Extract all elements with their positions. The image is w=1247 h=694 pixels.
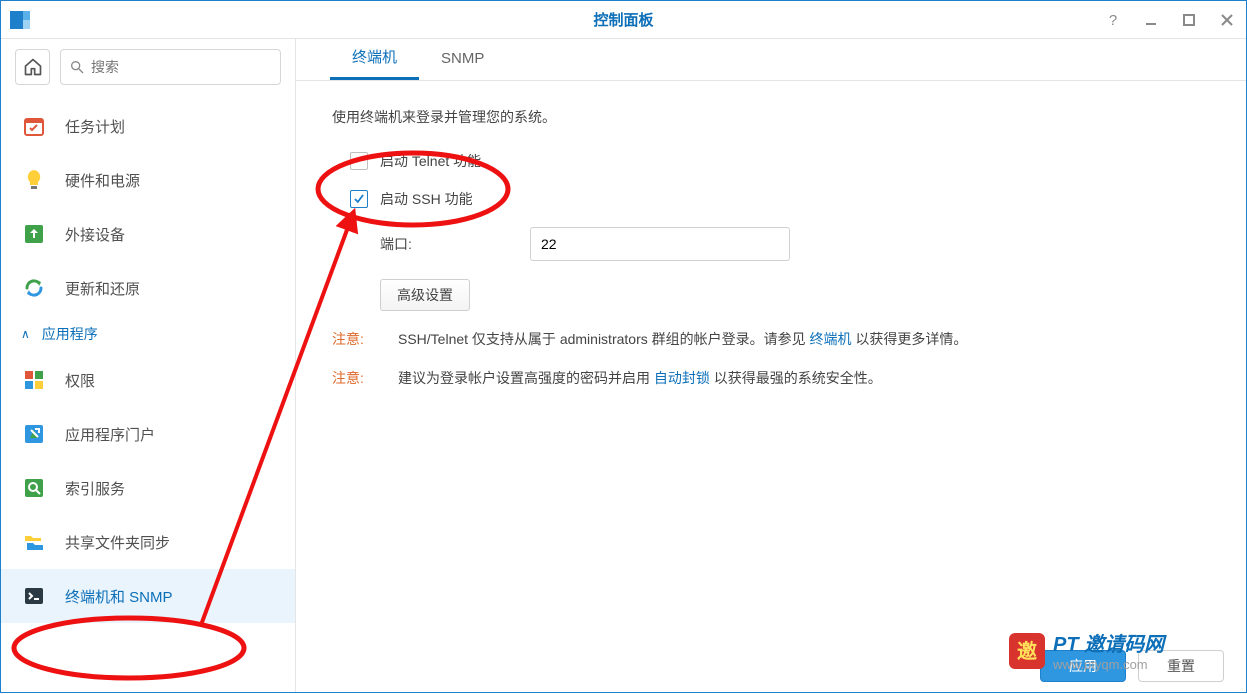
search-green-icon [21,475,47,501]
search-input[interactable] [91,59,272,75]
apply-button[interactable]: 应用 [1040,650,1126,682]
folder-sync-icon [21,529,47,555]
sidebar-item-label: 更新和还原 [65,278,140,299]
note-label-2: 注意: [332,368,378,389]
sidebar-item-task-scheduler[interactable]: 任务计划 [1,99,295,153]
search-icon [69,59,85,75]
calendar-icon [21,113,47,139]
window-title: 控制面板 [1,9,1246,30]
grid-icon [21,367,47,393]
bulb-icon [21,167,47,193]
intro-text: 使用终端机来登录并管理您的系统。 [332,107,1210,127]
tabs: 终端机 SNMP [296,39,1246,81]
port-input[interactable] [530,227,790,261]
sidebar-item-label: 外接设备 [65,224,125,245]
chevron-up-icon: ∧ [21,327,30,341]
sidebar-item-update-restore[interactable]: 更新和还原 [1,261,295,315]
note-text-1: SSH/Telnet 仅支持从属于 administrators 群组的帐户登录… [398,329,967,350]
sidebar-item-external-devices[interactable]: 外接设备 [1,207,295,261]
help-button[interactable]: ? [1094,1,1132,39]
telnet-checkbox[interactable] [350,152,368,170]
sidebar-item-label: 权限 [65,370,95,391]
telnet-label: 启动 Telnet 功能 [380,151,481,171]
portal-icon [21,421,47,447]
sidebar-item-terminal-snmp[interactable]: 终端机和 SNMP [1,569,295,623]
titlebar: 控制面板 ? [1,1,1246,39]
close-button[interactable] [1208,1,1246,39]
terminal-icon [21,583,47,609]
sidebar-item-label: 硬件和电源 [65,170,140,191]
note-label-1: 注意: [332,329,378,350]
sidebar-item-label: 任务计划 [65,116,125,137]
home-button[interactable] [15,49,50,85]
upload-icon [21,221,47,247]
ssh-label: 启动 SSH 功能 [380,189,473,209]
port-label: 端口: [380,234,490,254]
search-box[interactable] [60,49,281,85]
ssh-checkbox[interactable] [350,190,368,208]
maximize-button[interactable] [1170,1,1208,39]
tab-terminal[interactable]: 终端机 [330,39,419,80]
section-header-label: 应用程序 [42,324,98,344]
sidebar-item-label: 终端机和 SNMP [65,586,173,607]
note-text-2: 建议为登录帐户设置高强度的密码并启用 自动封锁 以获得最强的系统安全性。 [398,368,882,389]
main-content: 终端机 SNMP 使用终端机来登录并管理您的系统。 启动 Telnet 功能 启… [296,39,1246,692]
terminal-link[interactable]: 终端机 [810,331,852,347]
refresh-icon [21,275,47,301]
sidebar-item-folder-sync[interactable]: 共享文件夹同步 [1,515,295,569]
sidebar-item-indexing[interactable]: 索引服务 [1,461,295,515]
sidebar-item-privileges[interactable]: 权限 [1,353,295,407]
section-header-apps[interactable]: ∧ 应用程序 [1,315,295,353]
sidebar-item-label: 索引服务 [65,478,125,499]
autoblock-link[interactable]: 自动封锁 [654,370,710,386]
sidebar-item-label: 应用程序门户 [65,424,155,445]
sidebar: 任务计划 硬件和电源 外接设备 更新和还原 ∧ [1,39,296,692]
sidebar-item-label: 共享文件夹同步 [65,532,170,553]
minimize-button[interactable] [1132,1,1170,39]
tab-snmp[interactable]: SNMP [419,40,506,80]
sidebar-item-hardware-power[interactable]: 硬件和电源 [1,153,295,207]
sidebar-item-app-portal[interactable]: 应用程序门户 [1,407,295,461]
advanced-settings-button[interactable]: 高级设置 [380,279,470,311]
reset-button[interactable]: 重置 [1138,650,1224,682]
